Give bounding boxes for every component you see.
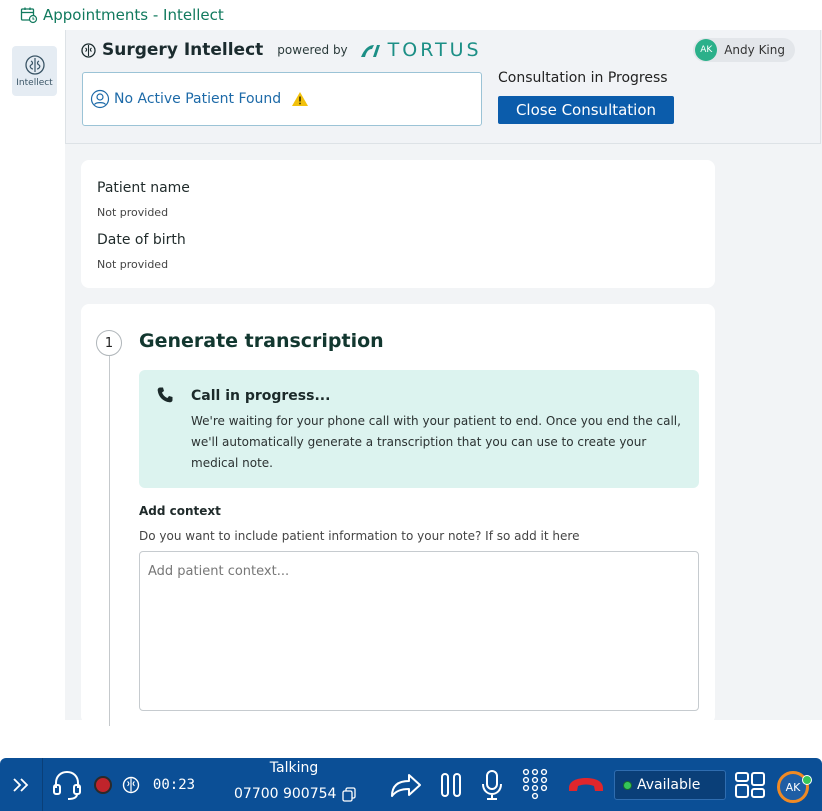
transfer-icon[interactable] [388,769,424,801]
rail-button-label: Intellect [16,78,53,88]
close-consultation-button[interactable]: Close Consultation [498,96,674,124]
intellect-rail-button[interactable]: Intellect [12,46,57,96]
copy-icon[interactable] [342,786,357,802]
expand-icon[interactable] [8,772,34,798]
call-status-title: Call in progress... [191,388,331,404]
patient-context-input[interactable] [139,551,699,711]
phone-icon [157,387,173,403]
hold-icon[interactable] [438,770,464,800]
dob-value: Not provided [97,258,169,271]
calendar-clock-icon [20,7,38,24]
app-header: Surgery Intellect powered by TORTUS AK A… [65,30,821,144]
call-timer: 00:23 [152,777,196,793]
phone-number-group: 07700 900754 [234,786,357,802]
call-status: Talking [269,760,319,776]
brain-icon[interactable] [121,775,141,795]
call-status-message: We're waiting for your phone call with y… [191,414,681,470]
availability-label: Available [637,777,701,793]
phone-number: 07700 900754 [234,786,337,802]
patient-status-text: No Active Patient Found [114,91,282,107]
record-icon[interactable] [93,775,113,795]
consultation-status: Consultation in Progress [498,70,668,86]
step-connector [109,356,110,726]
avatar: AK [695,39,718,61]
call-control-bar: 00:23 Talking 07700 900754 Available AK [0,758,822,811]
step-number: 1 [96,330,122,356]
headset-icon[interactable] [50,767,84,803]
availability-selector[interactable]: Available [614,770,726,800]
layout-grid-icon[interactable] [733,770,767,800]
step-title: Generate transcription [139,330,384,352]
brand-name: Surgery Intellect [102,40,264,60]
brain-icon [24,55,45,75]
window-titlebar: Appointments - Intellect [0,0,822,30]
patient-info-card: Patient name Not provided Date of birth … [81,160,715,288]
microphone-icon[interactable] [479,768,505,802]
tortus-logo-icon [360,45,380,57]
left-rail: Intellect [0,30,65,720]
call-in-progress-notice: Call in progress... We're waiting for yo… [139,370,699,488]
user-chip[interactable]: AK Andy King [693,38,795,62]
dialpad-icon[interactable] [520,768,550,802]
user-name: Andy King [724,43,785,57]
dob-label: Date of birth [97,232,186,248]
context-label: Add context [139,504,221,518]
divider [42,758,43,811]
brand: Surgery Intellect powered by TORTUS [81,39,482,61]
presence-dot [802,775,812,785]
user-circle-icon [90,89,110,109]
window-title: Appointments - Intellect [43,6,224,24]
transcription-step-card: 1 Generate transcription Call in progres… [81,304,715,726]
patient-name-value: Not provided [97,206,169,219]
brain-logo-icon [81,42,96,58]
partner-name: TORTUS [387,39,482,61]
warning-icon [292,92,309,106]
partner-logo: TORTUS [360,39,482,61]
context-help: Do you want to include patient informati… [139,529,580,543]
powered-by-label: powered by [277,43,348,57]
availability-dot [623,780,632,790]
patient-name-label: Patient name [97,180,190,196]
main-panel: Surgery Intellect powered by TORTUS AK A… [65,30,822,726]
patient-status-box[interactable]: No Active Patient Found [82,72,482,126]
hang-up-icon[interactable] [566,774,606,796]
